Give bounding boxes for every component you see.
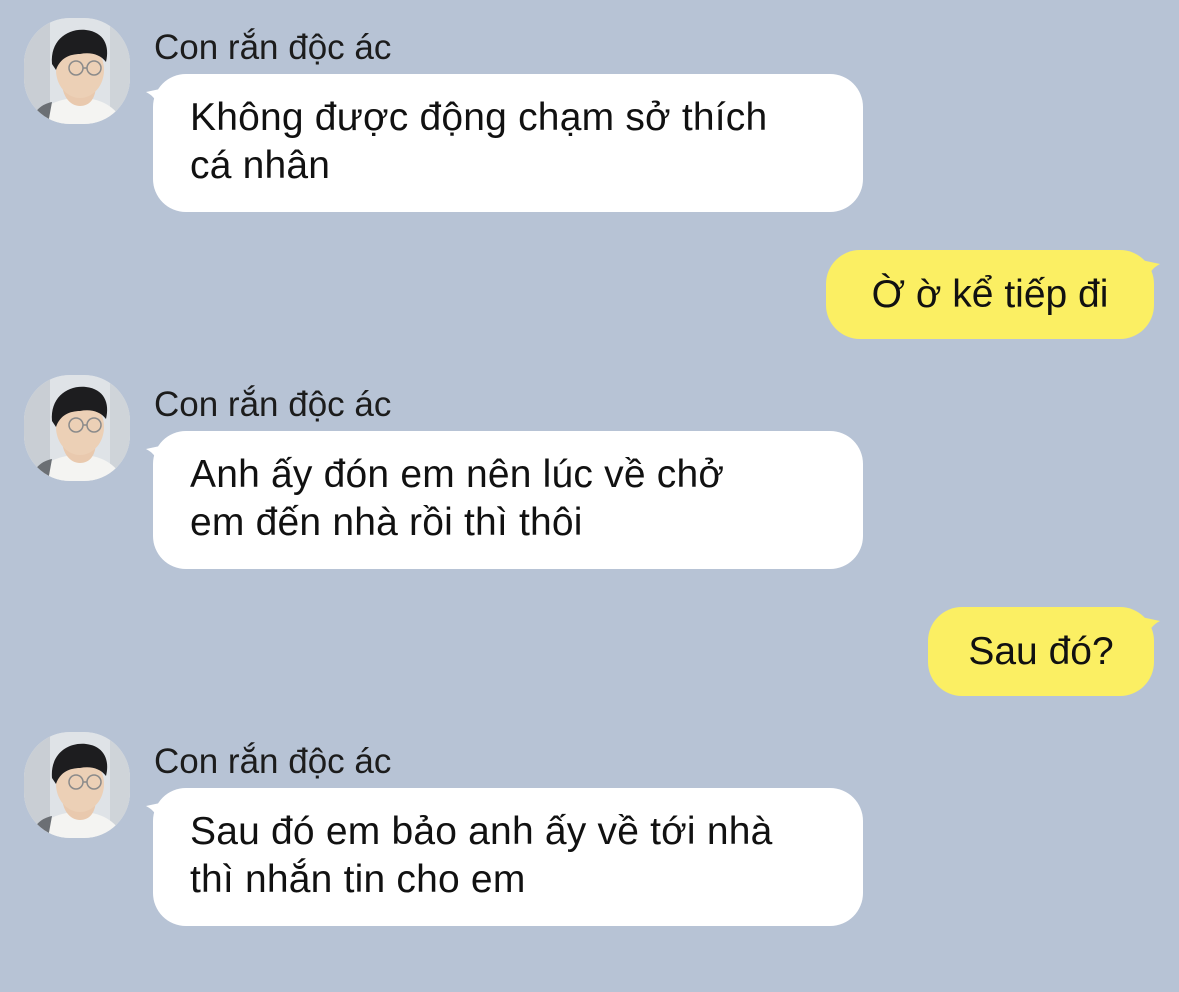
message-bubble[interactable]: Ờ ờ kể tiếp đi bbox=[826, 250, 1154, 339]
message-text-line: cá nhân bbox=[190, 144, 331, 187]
incoming-message: Con rắn độc ác Sau đó em bảo anh ấy về t… bbox=[0, 732, 1179, 992]
message-bubble[interactable]: Anh ấy đón em nên lúc về chở em đến nhà … bbox=[153, 431, 863, 569]
outgoing-message: Sau đó? bbox=[0, 607, 1179, 707]
incoming-message: Con rắn độc ác Anh ấy đón em nên lúc về … bbox=[0, 375, 1179, 635]
message-text-line: Không được động chạm sở thích bbox=[190, 96, 768, 139]
avatar-photo-icon bbox=[24, 18, 130, 124]
sender-name: Con rắn độc ác bbox=[154, 742, 392, 781]
avatar[interactable] bbox=[24, 732, 130, 838]
message-text-line: em đến nhà rồi thì thôi bbox=[190, 501, 583, 544]
incoming-message: Con rắn độc ác Không được động chạm sở t… bbox=[0, 18, 1179, 278]
message-text-line: Sau đó em bảo anh ấy về tới nhà bbox=[190, 810, 773, 853]
sender-name: Con rắn độc ác bbox=[154, 28, 392, 67]
chat-thread: Con rắn độc ác Không được động chạm sở t… bbox=[0, 0, 1179, 943]
message-bubble[interactable]: Sau đó? bbox=[928, 607, 1154, 696]
message-text-line: thì nhắn tin cho em bbox=[190, 858, 526, 901]
outgoing-message: Ờ ờ kể tiếp đi bbox=[0, 250, 1179, 350]
avatar[interactable] bbox=[24, 18, 130, 124]
avatar-photo-icon bbox=[24, 732, 130, 838]
message-text-line: Anh ấy đón em nên lúc về chở bbox=[190, 453, 725, 496]
sender-name: Con rắn độc ác bbox=[154, 385, 392, 424]
message-bubble[interactable]: Không được động chạm sở thích cá nhân bbox=[153, 74, 863, 212]
message-bubble[interactable]: Sau đó em bảo anh ấy về tới nhà thì nhắn… bbox=[153, 788, 863, 926]
avatar-photo-icon bbox=[24, 375, 130, 481]
avatar[interactable] bbox=[24, 375, 130, 481]
